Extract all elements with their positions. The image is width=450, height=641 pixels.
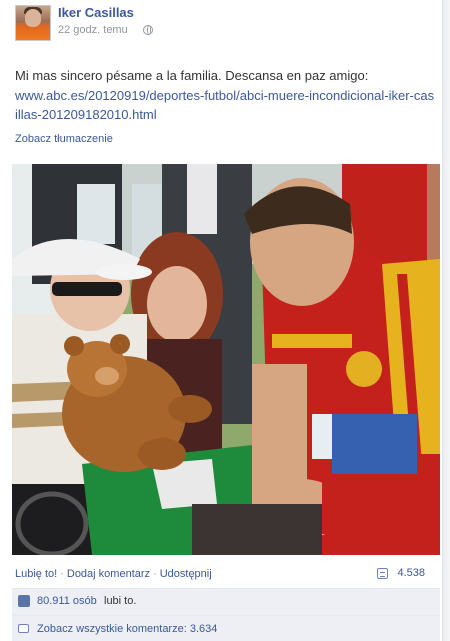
avatar-face	[25, 9, 41, 27]
comments-bar: Zobacz wszystkie komentarze: 3.634	[12, 616, 440, 641]
post-actions: Lubię to! · Dodaj komentarz · Udostępnij	[15, 568, 212, 580]
post-timestamp[interactable]: 22 godz. temu	[58, 24, 128, 36]
see-translation-link[interactable]: Zobacz tłumaczenie	[15, 133, 113, 145]
post-message: Mi mas sincero pésame a la familia. Desc…	[15, 68, 369, 83]
post-article-link[interactable]: www.abc.es/20120919/deportes-futbol/abci…	[15, 86, 435, 124]
author-name-link[interactable]: Iker Casillas	[58, 5, 134, 20]
facebook-post: Iker Casillas 22 godz. temu Mi mas since…	[0, 0, 443, 641]
share-link[interactable]: Udostępnij	[160, 568, 212, 580]
thumbs-up-icon	[18, 595, 30, 607]
comment-bubble-icon	[18, 624, 29, 633]
public-globe-icon	[143, 25, 153, 35]
likes-bar: 80.911 osób lubi to.	[12, 588, 440, 616]
like-link[interactable]: Lubię to!	[15, 568, 57, 580]
share-count[interactable]: 4.538	[397, 567, 425, 579]
page-edge	[443, 0, 450, 641]
likes-suffix: lubi to.	[104, 595, 137, 607]
view-all-comments-link[interactable]: Zobacz wszystkie komentarze: 3.634	[37, 623, 217, 635]
photo-illustration	[12, 164, 440, 555]
separator: ·	[153, 568, 157, 580]
separator: ·	[60, 568, 64, 580]
post-photo[interactable]	[12, 164, 440, 555]
author-avatar[interactable]	[15, 5, 51, 41]
likes-count-link[interactable]: 80.911 osób	[37, 595, 97, 607]
comment-link[interactable]: Dodaj komentarz	[67, 568, 150, 580]
shares-icon[interactable]	[377, 568, 388, 579]
